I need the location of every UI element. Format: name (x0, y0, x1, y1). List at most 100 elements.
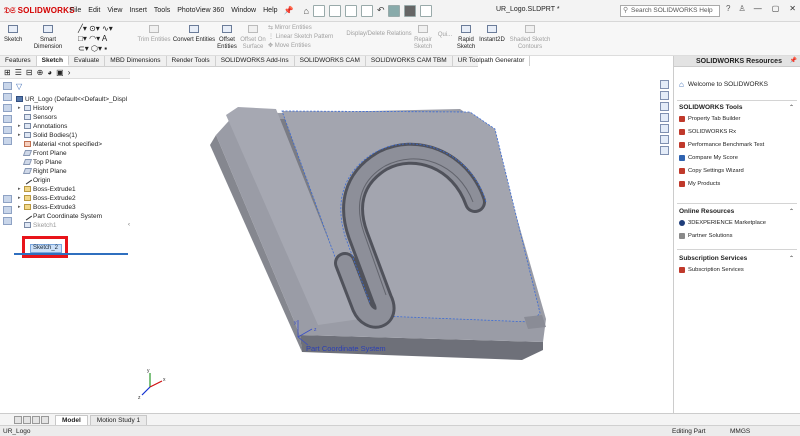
online-resources-header[interactable]: Online Resources ⌃ (679, 208, 797, 215)
quick-snaps-button[interactable]: Qui... (436, 32, 454, 39)
tree-item-solid-bodies[interactable]: ▸ Solid Bodies(1) (16, 131, 130, 140)
view-palette-icon[interactable] (660, 113, 669, 122)
welcome-link[interactable]: ⌂ Welcome to SOLIDWORKS (679, 80, 768, 89)
save-icon[interactable] (344, 4, 357, 17)
forum-icon[interactable] (660, 146, 669, 155)
menu-tools[interactable]: Tools (154, 7, 170, 14)
file-explorer-icon[interactable] (660, 102, 669, 111)
home-tab-icon[interactable] (660, 80, 669, 89)
filter-icon[interactable]: ▽ (16, 82, 22, 91)
search-input[interactable]: ⚲ Search SOLIDWORKS Help (620, 5, 720, 17)
trim-entities-button[interactable]: Trim Entities (134, 25, 174, 44)
hide-show-icon[interactable] (3, 195, 12, 203)
close-icon[interactable]: ✕ (789, 4, 796, 13)
print-icon[interactable] (360, 4, 373, 17)
appearances-icon[interactable] (660, 124, 669, 133)
new-document-icon[interactable] (312, 4, 325, 17)
menu-insert[interactable]: Insert (129, 7, 147, 14)
convert-entities-button[interactable]: Convert Entities (172, 25, 216, 44)
apply-scene-icon[interactable] (3, 217, 12, 225)
tab-render-tools[interactable]: Render Tools (167, 56, 216, 66)
tab-model[interactable]: Model (55, 414, 88, 425)
tree-item-sketch1[interactable]: Sketch1 (16, 221, 130, 230)
my-products-link[interactable]: My Products (679, 181, 720, 187)
rebuild-icon[interactable] (404, 4, 417, 17)
section-view-icon[interactable] (3, 126, 12, 134)
tab-mbd-dimensions[interactable]: MBD Dimensions (105, 56, 167, 66)
tree-item-front-plane[interactable]: Front Plane (16, 149, 130, 158)
subscription-services-link[interactable]: Subscription Services (679, 267, 744, 273)
text-tool-icon[interactable]: A (102, 34, 107, 43)
minimize-icon[interactable]: — (754, 4, 762, 13)
repair-sketch-button[interactable]: Repair Sketch (412, 25, 434, 51)
tab-ur-toolpath-generator[interactable]: UR Toolpath Generator (453, 56, 531, 66)
tree-item-annotations[interactable]: ▸ Annotations (16, 122, 130, 131)
first-tab-icon[interactable] (14, 415, 22, 424)
expand-arrow-icon[interactable]: › (68, 68, 71, 77)
zoom-area-icon[interactable] (3, 104, 12, 112)
compare-my-score-link[interactable]: Compare My Score (679, 155, 738, 161)
previous-tab-icon[interactable] (23, 415, 31, 424)
feature-tree-icon[interactable]: ⊞ (4, 68, 11, 77)
shaded-sketch-contours-button[interactable]: Shaded Sketch Contours (508, 25, 552, 51)
pin-menu-icon[interactable]: 📌 (284, 6, 294, 15)
arc-tool-icon[interactable]: ◠▾ (89, 34, 100, 43)
help-icon[interactable]: ? (726, 4, 730, 13)
mirror-entities-button[interactable]: ⇆ Mirror Entities (268, 25, 312, 31)
marketplace-link[interactable]: 3DEXPERIENCE Marketplace (679, 220, 766, 226)
line-tool-icon[interactable]: ╱▾ (78, 24, 87, 33)
select-icon[interactable] (388, 4, 401, 17)
tab-evaluate[interactable]: Evaluate (69, 56, 106, 66)
move-entities-button[interactable]: ✥ Move Entities (268, 43, 311, 49)
spline-tool-icon[interactable]: ∿▾ (102, 24, 113, 33)
performance-benchmark-link[interactable]: Performance Benchmark Test (679, 142, 764, 148)
open-document-icon[interactable] (328, 4, 341, 17)
menu-file[interactable]: File (70, 7, 81, 14)
offset-entities-button[interactable]: Offset Entities (214, 25, 240, 51)
graphics-viewport[interactable]: y z Part Coordinate System y x z (130, 67, 670, 413)
units-selector[interactable]: MMGS (730, 428, 750, 435)
property-manager-icon[interactable]: ☰ (15, 68, 22, 77)
display-style-icon[interactable] (3, 137, 12, 145)
subscription-services-header[interactable]: Subscription Services ⌃ (679, 255, 797, 262)
configuration-manager-icon[interactable]: ⊟ (26, 68, 33, 77)
tab-features[interactable]: Features (0, 56, 37, 66)
sketch-button[interactable]: Sketch (4, 25, 22, 44)
tab-solidworks-add-ins[interactable]: SOLIDWORKS Add-Ins (216, 56, 295, 66)
display-delete-relations-button[interactable]: Display/Delete Relations (346, 31, 412, 38)
solidworks-rx-link[interactable]: SOLIDWORKS Rx (679, 129, 736, 135)
options-icon[interactable] (420, 4, 433, 17)
menu-view[interactable]: View (107, 7, 122, 14)
tree-item-boss-extrude3[interactable]: ▸ Boss-Extrude3 (16, 203, 130, 212)
zoom-fit-icon[interactable] (3, 93, 12, 101)
design-library-icon[interactable] (660, 91, 669, 100)
menu-window[interactable]: Window (231, 7, 256, 14)
previous-view-icon[interactable] (3, 115, 12, 123)
tree-item-right-plane[interactable]: Right Plane (16, 167, 130, 176)
tab-sketch[interactable]: Sketch (36, 56, 69, 66)
edit-appearance-icon[interactable] (3, 206, 12, 214)
tab-solidworks-cam[interactable]: SOLIDWORKS CAM (295, 56, 366, 66)
instant2d-button[interactable]: Instant2D (478, 25, 506, 44)
polygon-tool-icon[interactable]: ⬡▾ (91, 44, 102, 53)
tab-solidworks-cam-tbm[interactable]: SOLIDWORKS CAM TBM (366, 56, 453, 66)
tree-root[interactable]: UR_Logo (Default<<Default>_Displ (16, 95, 130, 104)
tree-item-history[interactable]: ▸ History (16, 104, 130, 113)
menu-edit[interactable]: Edit (88, 7, 100, 14)
menu-photoview[interactable]: PhotoView 360 (177, 7, 224, 14)
solidworks-tools-header[interactable]: SOLIDWORKS Tools ⌃ (679, 104, 797, 111)
tree-item-material[interactable]: Material <not specified> (16, 140, 130, 149)
restore-icon[interactable]: ▢ (772, 4, 780, 13)
slot-tool-icon[interactable]: ⊂▾ (78, 44, 89, 53)
undo-icon[interactable]: ↶ (377, 5, 385, 16)
display-manager-icon[interactable]: ◕ (47, 68, 52, 77)
property-tab-builder-link[interactable]: Property Tab Builder (679, 116, 740, 122)
tree-item-sketch-2[interactable]: Sketch_2 (30, 244, 62, 253)
copy-settings-wizard-link[interactable]: Copy Settings Wizard (679, 168, 744, 174)
menu-help[interactable]: Help (263, 7, 277, 14)
last-tab-icon[interactable] (41, 415, 49, 424)
rapid-sketch-button[interactable]: Rapid Sketch (456, 25, 476, 51)
user-icon[interactable]: ♙ (738, 4, 745, 13)
offset-on-surface-button[interactable]: Offset On Surface (240, 25, 266, 51)
cam-manager-icon[interactable]: ▣ (56, 68, 64, 77)
